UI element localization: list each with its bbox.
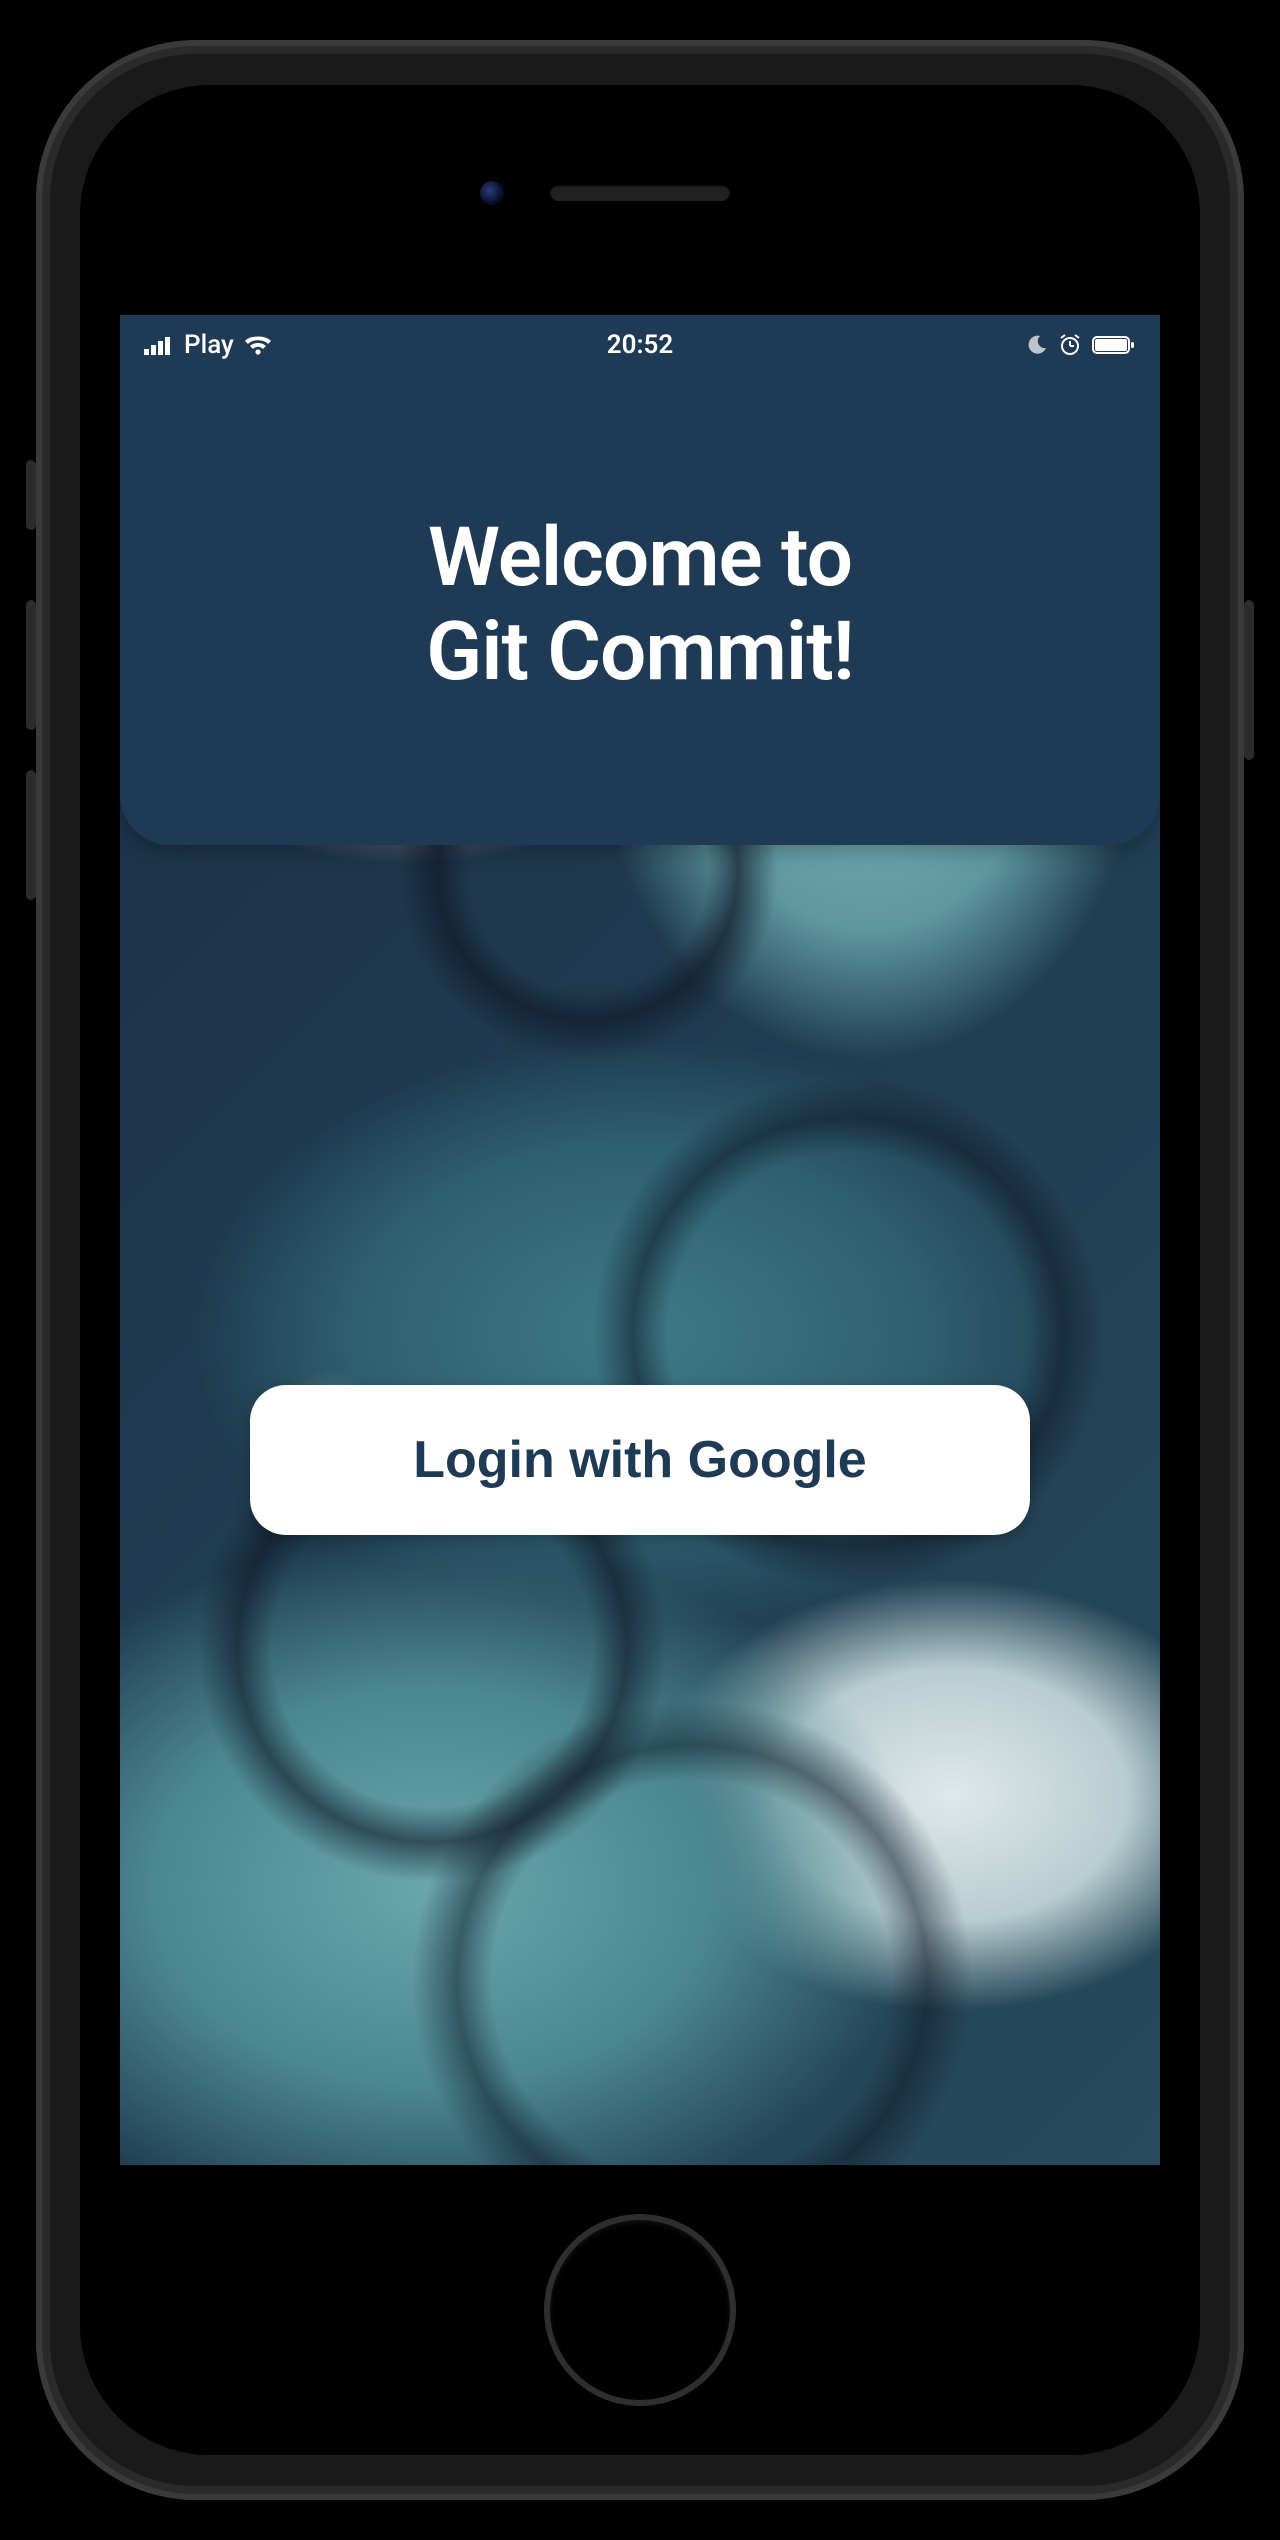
phone-bezel: Welcome to Git Commit! Play (80, 85, 1200, 2455)
device-frame: Welcome to Git Commit! Play (0, 0, 1280, 2540)
carrier-label: Play (184, 330, 234, 360)
status-time: 20:52 (607, 330, 674, 360)
moon-icon (1026, 334, 1048, 356)
welcome-title: Welcome to Git Commit! (426, 511, 853, 700)
front-camera (480, 181, 504, 205)
wifi-icon (244, 335, 272, 355)
earpiece-speaker (550, 185, 730, 201)
signal-icon (144, 335, 174, 355)
battery-icon (1092, 335, 1136, 355)
volume-down-button (26, 770, 36, 900)
phone-body: Welcome to Git Commit! Play (36, 40, 1244, 2500)
power-button (1244, 600, 1254, 760)
status-bar: Play 20:52 (120, 315, 1160, 375)
alarm-icon (1058, 334, 1082, 356)
mute-switch (26, 460, 36, 530)
status-left: Play (144, 330, 272, 360)
volume-up-button (26, 600, 36, 730)
home-button[interactable] (550, 2220, 730, 2400)
status-right (1026, 334, 1136, 356)
login-button-label: Login with Google (413, 1430, 866, 1490)
header-banner: Welcome to Git Commit! (120, 315, 1160, 845)
login-with-google-button[interactable]: Login with Google (250, 1385, 1030, 1535)
screen: Welcome to Git Commit! Play (120, 315, 1160, 2165)
